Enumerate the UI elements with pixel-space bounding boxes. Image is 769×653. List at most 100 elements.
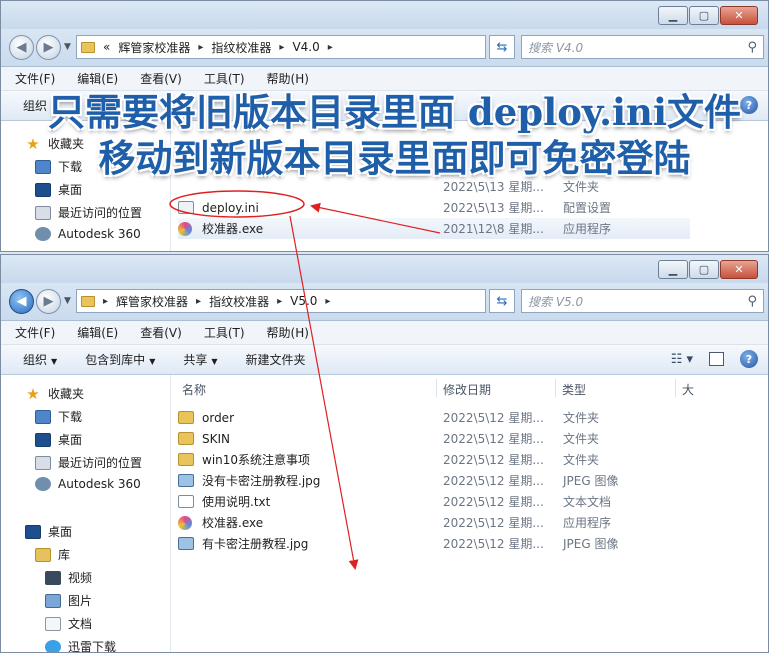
new-folder-button[interactable]: 新建文件夹 [246,351,306,368]
file-type: JPEG 图像 [563,474,619,488]
column-header-size[interactable]: 大 [682,381,694,398]
sidebar-item-recent[interactable]: 最近访问的位置 [35,204,142,221]
sidebar-item-desktop[interactable]: 桌面 [35,181,82,198]
breadcrumb-item[interactable]: V5.0 [290,294,317,308]
breadcrumb-item[interactable]: 指纹校准器 [209,293,269,310]
history-dropdown-icon[interactable]: ▼ [64,296,71,306]
chevron-right-icon[interactable]: ▸ [198,42,203,53]
file-type: 配置设置 [563,201,612,215]
search-icon[interactable]: ⚲ [747,40,757,55]
minimize-button[interactable]: ▁ [658,260,688,279]
column-header-name[interactable]: 名称 [182,381,206,398]
menu-view[interactable]: 查看(V) [140,70,182,87]
file-type: 文件夹 [563,453,600,467]
search-input[interactable]: 搜索 V5.0 ⚲ [521,289,764,313]
file-list: 名称 修改日期 类型 大 order 2022\5\12 星期... 文件夹 S… [172,375,768,652]
breadcrumb-item[interactable]: 辉管家校准器 [118,39,190,56]
menu-edit[interactable]: 编辑(E) [77,70,118,87]
column-header-date[interactable]: 修改日期 [443,381,491,398]
list-item[interactable]: order 2022\5\12 星期... 文件夹 [178,407,690,428]
sidebar-item-pictures[interactable]: 图片 [45,592,92,609]
file-name: 使用说明.txt [202,495,271,509]
help-icon[interactable]: ? [740,350,758,368]
sidebar-item-libraries[interactable]: 库 [35,546,70,563]
maximize-button[interactable]: ▢ [689,6,719,25]
forward-button[interactable]: ▶ [36,289,61,314]
breadcrumb-overflow[interactable]: « [103,40,110,54]
menu-view[interactable]: 查看(V) [140,324,182,341]
file-date: 2022\5\12 星期... [443,495,544,509]
close-button[interactable]: ✕ [720,6,758,25]
share-button[interactable]: 共享 ▼ [183,351,217,368]
file-name: 校准器.exe [202,222,264,236]
menu-tools[interactable]: 工具(T) [204,324,245,341]
folder-icon [81,41,95,53]
sidebar-item-videos[interactable]: 视频 [45,569,92,586]
preview-pane-icon[interactable] [709,352,724,366]
menu-tools[interactable]: 工具(T) [204,70,245,87]
chevron-right-icon[interactable]: ▸ [328,42,333,53]
menu-file[interactable]: 文件(F) [15,324,55,341]
sidebar-item-label: 库 [58,548,71,562]
sidebar-item-thunder[interactable]: 迅雷下载 [45,638,116,652]
sidebar-item-autodesk[interactable]: Autodesk 360 [35,477,141,491]
view-options-icon[interactable]: ☷ ▾ [671,352,693,367]
file-date: 2022\5\12 星期... [443,537,544,551]
include-in-library-button[interactable]: 包含到库中 ▼ [85,351,155,368]
sidebar-item-desktop-root[interactable]: 桌面 [25,523,72,540]
sidebar-item-favorites[interactable]: ★ 收藏夹 [25,385,84,402]
txt-file-icon [178,495,194,508]
forward-button[interactable]: ▶ [36,35,61,60]
list-item[interactable]: win10系统注意事项 2022\5\12 星期... 文件夹 [178,449,690,470]
list-item-calibrator-exe[interactable]: 校准器.exe 2021\12\8 星期... 应用程序 [178,218,690,239]
file-name: 校准器.exe [202,516,264,530]
breadcrumb-item[interactable]: 指纹校准器 [211,39,271,56]
desktop-icon [35,432,51,447]
back-button[interactable]: ◀ [9,289,34,314]
list-item[interactable]: 校准器.exe 2022\5\12 星期... 应用程序 [178,512,690,533]
sidebar-item-label: Autodesk 360 [58,227,141,241]
refresh-button[interactable]: ⇆ [489,35,515,59]
list-item[interactable]: 使用说明.txt 2022\5\12 星期... 文本文档 [178,491,690,512]
menu-file[interactable]: 文件(F) [15,70,55,87]
sidebar-item-label: 收藏夹 [48,387,85,401]
chevron-right-icon[interactable]: ▸ [196,296,201,307]
menu-help[interactable]: 帮助(H) [267,70,309,87]
address-bar[interactable]: « 辉管家校准器 ▸ 指纹校准器 ▸ V4.0 ▸ [76,35,486,59]
chevron-right-icon[interactable]: ▸ [277,296,282,307]
chevron-right-icon[interactable]: ▸ [103,296,108,307]
sidebar-item-documents[interactable]: 文档 [45,615,92,632]
list-item[interactable]: 没有卡密注册教程.jpg 2022\5\12 星期... JPEG 图像 [178,470,690,491]
menu-edit[interactable]: 编辑(E) [77,324,118,341]
organize-button[interactable]: 组织 ▼ [23,351,57,368]
sidebar-item-downloads[interactable]: 下载 [35,408,82,425]
back-button[interactable]: ◀ [9,35,34,60]
list-item-deploy-ini[interactable]: deploy.ini 2022\5\13 星期... 配置设置 [178,197,690,218]
chevron-right-icon[interactable]: ▸ [325,296,330,307]
breadcrumb-item[interactable]: V4.0 [292,40,319,54]
column-divider[interactable] [555,379,556,397]
sidebar-item-recent[interactable]: 最近访问的位置 [35,454,142,471]
search-icon[interactable]: ⚲ [747,294,757,309]
history-dropdown-icon[interactable]: ▼ [64,42,71,52]
column-divider[interactable] [436,379,437,397]
folder-icon [178,411,194,424]
breadcrumb-item[interactable]: 辉管家校准器 [116,293,188,310]
refresh-button[interactable]: ⇆ [489,289,515,313]
address-bar[interactable]: ▸ 辉管家校准器 ▸ 指纹校准器 ▸ V5.0 ▸ [76,289,486,313]
file-type: 文件夹 [563,411,600,425]
star-icon: ★ [26,384,40,403]
close-button[interactable]: ✕ [720,260,758,279]
sidebar-item-autodesk[interactable]: Autodesk 360 [35,227,141,241]
list-item[interactable]: 有卡密注册教程.jpg 2022\5\12 星期... JPEG 图像 [178,533,690,554]
desktop-icon [25,524,41,539]
search-input[interactable]: 搜索 V4.0 ⚲ [521,35,764,59]
minimize-button[interactable]: ▁ [658,6,688,25]
menu-help[interactable]: 帮助(H) [267,324,309,341]
chevron-right-icon[interactable]: ▸ [279,42,284,53]
maximize-button[interactable]: ▢ [689,260,719,279]
column-header-type[interactable]: 类型 [562,381,586,398]
column-divider[interactable] [675,379,676,397]
list-item[interactable]: SKIN 2022\5\12 星期... 文件夹 [178,428,690,449]
sidebar-item-desktop[interactable]: 桌面 [35,431,82,448]
